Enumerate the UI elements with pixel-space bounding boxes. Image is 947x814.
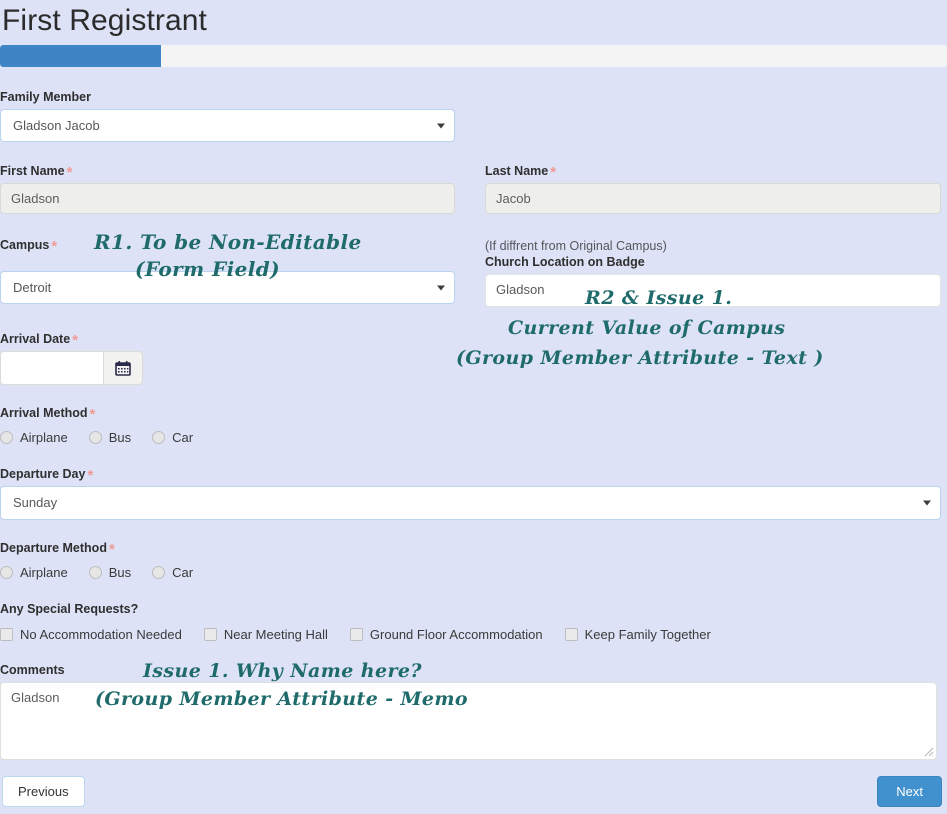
church-location-label: Church Location on Badge <box>485 255 645 270</box>
special-requests-field-group: Any Special Requests? No Accommodation N… <box>0 602 733 642</box>
required-marker: * <box>72 332 79 349</box>
first-name-field-group: First Name * Gladson <box>0 164 455 214</box>
departure-day-select-value: Sunday <box>13 495 58 510</box>
special-requests-label: Any Special Requests? <box>0 602 139 616</box>
radio-icon <box>152 431 166 444</box>
radio-icon <box>88 431 102 444</box>
checkbox-no-accommodation-needed[interactable]: No Accommodation Needed <box>0 627 182 642</box>
church-location-sublabel: (If diffrent from Original Campus) <box>485 239 667 253</box>
departure-day-field-group: Departure Day * Sunday <box>0 467 941 520</box>
first-name-label: First Name * <box>0 164 455 181</box>
departure-method-field-group: Departure Method * Airplane Bus Car <box>0 541 214 580</box>
departure-method-radio-group: Airplane Bus Car <box>0 565 214 580</box>
arrival-date-field-group: Arrival Date * <box>0 332 143 385</box>
checkbox-label: Ground Floor Accommodation <box>369 627 543 642</box>
checkbox-label: Near Meeting Hall <box>223 627 328 642</box>
radio-label: Car <box>172 430 194 445</box>
departure-method-radio-bus[interactable]: Bus <box>88 565 132 580</box>
arrival-date-label-text: Arrival Date <box>0 332 71 346</box>
arrival-method-radio-airplane[interactable]: Airplane <box>0 430 68 445</box>
checkbox-icon <box>0 628 13 641</box>
checkbox-ground-floor-accommodation[interactable]: Ground Floor Accommodation <box>349 627 543 642</box>
required-marker: * <box>51 238 58 255</box>
required-marker: * <box>89 406 96 423</box>
departure-day-label: Departure Day * <box>0 467 941 484</box>
campus-select[interactable]: Detroit <box>0 271 455 304</box>
family-member-select[interactable]: Gladson Jacob <box>0 109 455 142</box>
radio-label: Bus <box>108 430 132 445</box>
required-marker: * <box>108 541 115 558</box>
arrival-method-label: Arrival Method * <box>0 406 214 423</box>
radio-label: Airplane <box>20 565 68 580</box>
radio-label: Bus <box>108 565 132 580</box>
departure-method-radio-car[interactable]: Car <box>152 565 193 580</box>
checkbox-icon <box>203 628 217 641</box>
church-location-input[interactable]: Gladson <box>485 274 941 308</box>
last-name-field-group: Last Name * Jacob <box>485 164 941 214</box>
campus-label-text: Campus <box>0 238 50 252</box>
next-button[interactable]: Next <box>877 776 942 807</box>
checkbox-label: No Accommodation Needed <box>20 627 182 642</box>
checkbox-near-meeting-hall[interactable]: Near Meeting Hall <box>203 627 328 642</box>
arrival-method-radio-group: Airplane Bus Car <box>0 430 214 445</box>
departure-day-select[interactable]: Sunday <box>0 486 941 520</box>
chevron-down-icon <box>923 500 931 506</box>
previous-button[interactable]: Previous <box>2 776 85 807</box>
registration-form-page: First Registrant Family Member Gladson J… <box>0 0 947 814</box>
comments-label: Comments <box>0 663 65 677</box>
arrival-method-radio-car[interactable]: Car <box>152 430 193 445</box>
special-requests-checkbox-group: No Accommodation Needed Near Meeting Hal… <box>0 627 733 642</box>
family-member-field-group: Family Member Gladson Jacob <box>0 90 455 142</box>
checkbox-keep-family-together[interactable]: Keep Family Together <box>564 627 711 642</box>
arrival-date-label: Arrival Date * <box>0 332 143 349</box>
progress-bar-track <box>0 45 947 67</box>
radio-icon <box>0 566 13 579</box>
resize-handle-icon[interactable] <box>924 747 934 757</box>
checkbox-icon <box>564 628 578 641</box>
departure-method-label-text: Departure Method <box>0 541 107 555</box>
comments-textarea[interactable]: Gladson <box>0 682 937 760</box>
annotation-badge-line3: (Group Member Attribute - Text ) <box>456 347 824 369</box>
family-member-select-value: Gladson Jacob <box>13 118 100 133</box>
last-name-label: Last Name * <box>485 164 941 181</box>
comments-field-group: Comments Gladson <box>0 663 937 760</box>
radio-icon <box>152 566 166 579</box>
checkbox-label: Keep Family Together <box>584 627 711 642</box>
radio-icon <box>0 431 13 444</box>
chevron-down-icon <box>437 285 445 290</box>
calendar-icon <box>115 361 131 376</box>
radio-label: Car <box>172 565 194 580</box>
first-name-input[interactable]: Gladson <box>0 183 455 214</box>
last-name-input[interactable]: Jacob <box>485 183 941 214</box>
departure-method-radio-airplane[interactable]: Airplane <box>0 565 68 580</box>
campus-label: Campus * <box>0 238 455 255</box>
church-location-field-group: (If diffrent from Original Campus) Churc… <box>485 238 941 308</box>
page-title: First Registrant <box>2 4 207 37</box>
progress-bar-fill <box>0 45 161 67</box>
last-name-label-text: Last Name <box>485 164 549 178</box>
required-marker: * <box>550 164 557 181</box>
radio-icon <box>88 566 102 579</box>
arrival-date-input[interactable] <box>0 351 103 385</box>
chevron-down-icon <box>437 123 445 128</box>
campus-select-value: Detroit <box>13 280 52 295</box>
arrival-method-field-group: Arrival Method * Airplane Bus Car <box>0 406 214 445</box>
required-marker: * <box>87 467 94 484</box>
arrival-method-label-text: Arrival Method <box>0 406 88 420</box>
family-member-label: Family Member <box>0 90 92 104</box>
radio-label: Airplane <box>20 430 68 445</box>
campus-field-group: Campus * Detroit <box>0 238 455 304</box>
required-marker: * <box>66 164 73 181</box>
departure-day-label-text: Departure Day <box>0 467 86 481</box>
calendar-icon-button[interactable] <box>103 351 143 385</box>
arrival-method-radio-bus[interactable]: Bus <box>88 430 132 445</box>
annotation-badge-line2: Current Value of Campus <box>508 317 786 339</box>
departure-method-label: Departure Method * <box>0 541 214 558</box>
comments-textarea-value: Gladson <box>11 690 60 705</box>
checkbox-icon <box>349 628 363 641</box>
first-name-label-text: First Name <box>0 164 65 178</box>
arrival-date-input-group <box>0 351 143 385</box>
